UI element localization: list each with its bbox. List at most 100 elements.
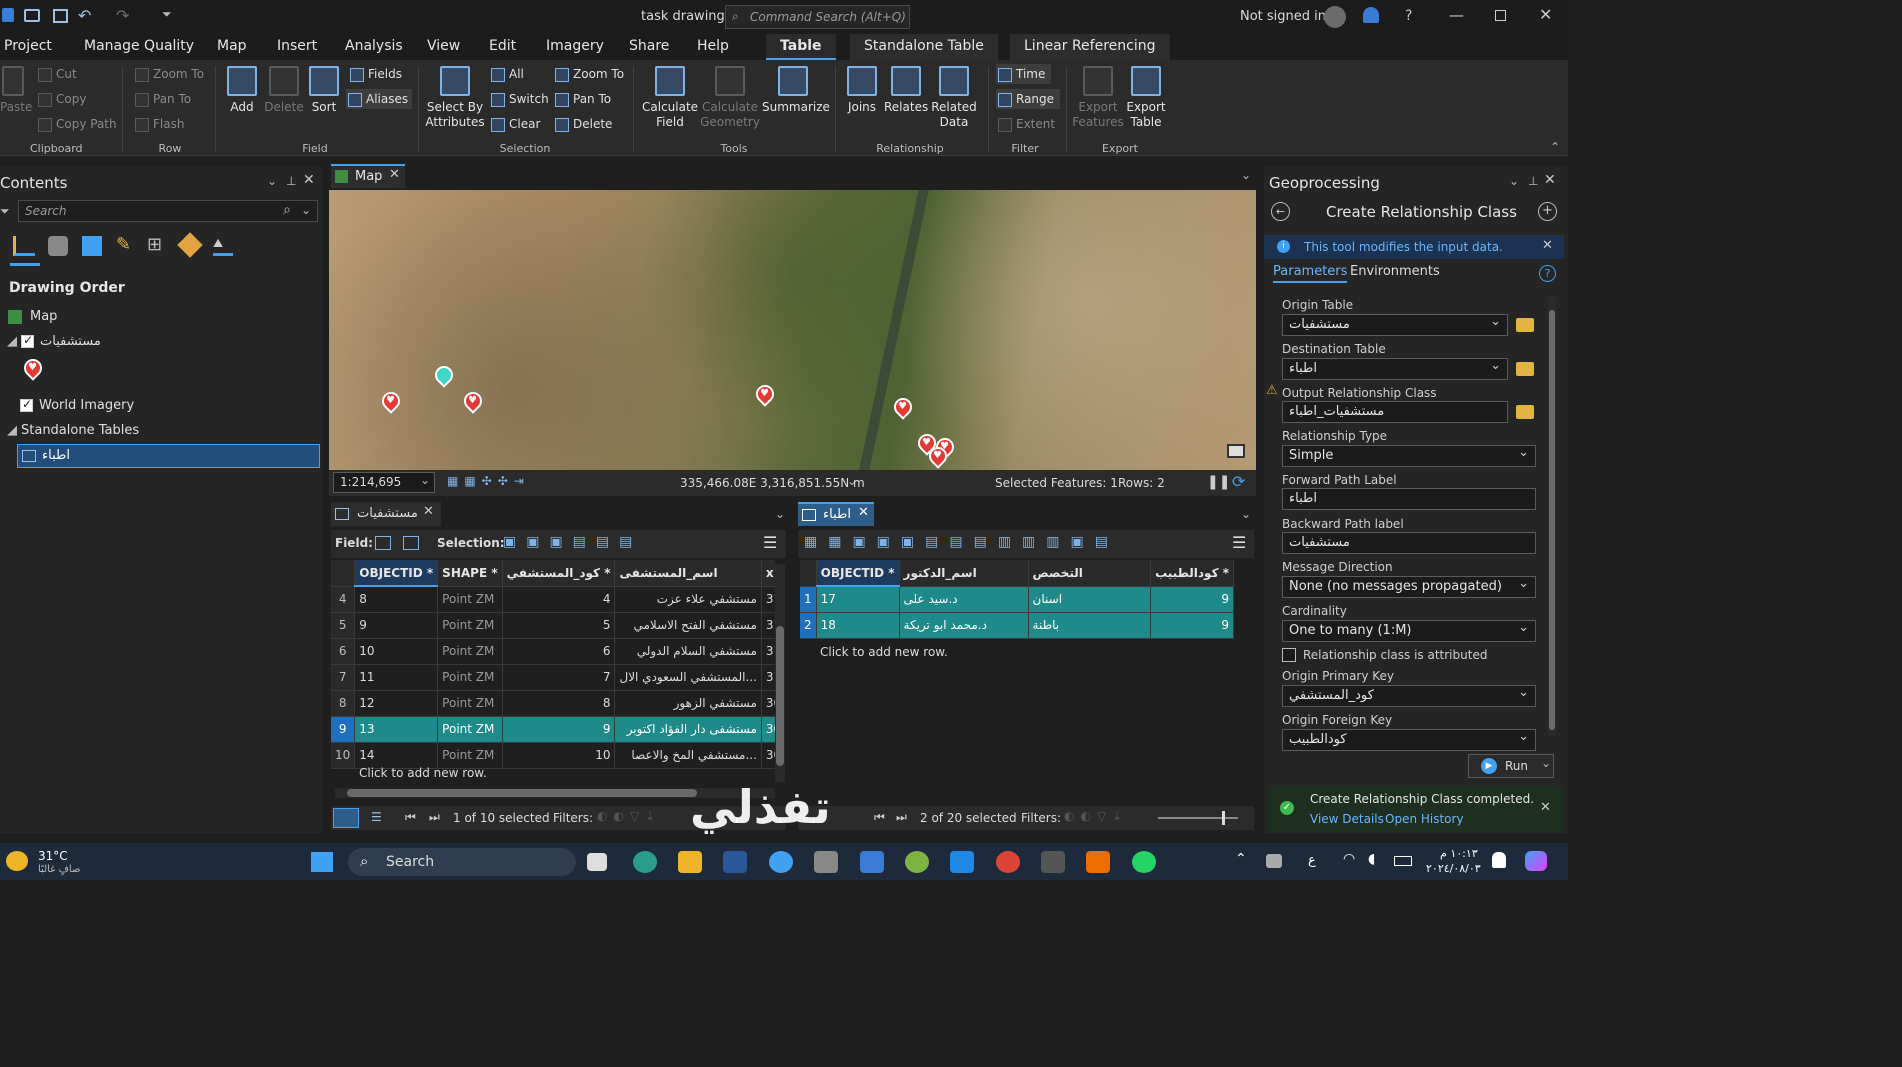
filter-icon[interactable]: ◐◐▽⇣ (1064, 809, 1128, 823)
tab-map[interactable]: Map (217, 38, 247, 54)
scroll-thumb[interactable] (1549, 310, 1555, 730)
list-by-snapping-icon[interactable]: ⊞ (147, 234, 162, 255)
tab-imagery[interactable]: Imagery (546, 38, 604, 54)
time-filter-button[interactable]: Time (996, 64, 1052, 84)
selected-features-count[interactable]: Selected Features: 1 (995, 476, 1118, 490)
aliases-button[interactable]: Aliases (346, 89, 413, 109)
output-relationship-class-input[interactable]: مستشفيات_اطباء (1282, 401, 1508, 423)
map-notes-icon[interactable] (1227, 444, 1245, 458)
video-app-icon[interactable] (1086, 851, 1110, 873)
doctors-add-row[interactable]: Click to add new row. (820, 645, 948, 659)
contents-search[interactable]: Search ⌕ ⌄ (18, 200, 318, 222)
column-header-objectid[interactable]: OBJECTID * (816, 560, 900, 587)
calculate-field-button[interactable]: Calculate Field (642, 66, 698, 130)
tab-view[interactable]: View (427, 38, 460, 54)
origin-table-select[interactable]: مستشفيات (1282, 314, 1508, 336)
hospitals-add-row[interactable]: Click to add new row. (359, 766, 487, 780)
hospitals-tab-options-icon[interactable]: ⌄ (775, 507, 785, 521)
arcgis-icon[interactable] (769, 851, 793, 873)
close-banner-icon[interactable]: ✕ (1542, 238, 1553, 253)
layer-visibility-checkbox[interactable] (21, 333, 34, 348)
column-header-doctor-name[interactable]: اسم_الدكتور (899, 560, 1029, 587)
table-row[interactable]: 1014Point ZM10مستشفي المخ والاعصا...30.9… (331, 742, 775, 769)
row-number[interactable]: 8 (331, 690, 356, 717)
tab-standalone-table[interactable]: Standalone Table (850, 34, 998, 60)
table-row[interactable]: 48Point ZM4مستشفي علاء عزت31.249567 (331, 586, 775, 613)
cut-button[interactable]: Cut (36, 64, 77, 84)
browse-folder-icon[interactable] (1516, 362, 1534, 376)
tab-parameters[interactable]: Parameters (1273, 264, 1348, 283)
column-header-x[interactable]: x (761, 560, 775, 587)
redo-icon[interactable]: ↷ (116, 6, 129, 25)
undo-icon[interactable]: ↶ (78, 6, 91, 25)
row-number[interactable]: 10 (331, 742, 356, 769)
select-all-button[interactable]: All (489, 64, 524, 84)
tree-world-imagery[interactable]: World Imagery (20, 397, 134, 413)
tab-share[interactable]: Share (629, 38, 669, 54)
close-tab-icon[interactable]: ✕ (858, 505, 869, 520)
forward-path-label-input[interactable]: اطباء (1282, 488, 1536, 510)
list-by-editing-icon[interactable]: ✎ (116, 234, 131, 255)
tree-layer-hospitals[interactable]: ◢مستشفيات (7, 333, 101, 349)
last-record-icon[interactable]: ⏭ (429, 810, 440, 825)
map-canvas[interactable]: ♥ ♥ ♥ ♥ ♥ ♥ ♥ (329, 190, 1256, 470)
open-icon[interactable] (24, 9, 40, 22)
copy-path-button[interactable]: Copy Path (36, 114, 117, 134)
app-icon[interactable] (950, 851, 974, 873)
pane-options-icon[interactable]: ⌄ (1509, 174, 1519, 188)
calculate-geometry-button[interactable]: Calculate Geometry (700, 66, 760, 130)
taskbar-search[interactable]: ⌕ Search (348, 848, 576, 876)
hospitals-table-tab[interactable]: مستشفيات ✕ (331, 502, 441, 526)
copilot-icon[interactable] (1525, 851, 1547, 871)
summarize-button[interactable]: Summarize (762, 66, 830, 114)
world-imagery-checkbox[interactable] (20, 397, 33, 412)
table-row[interactable]: 1 17 د.سيد على اسنان 9 (800, 586, 1234, 613)
show-all-records-icon[interactable] (333, 808, 359, 828)
doctors-table-tab[interactable]: اطباء ✕ (798, 502, 874, 526)
destination-table-select[interactable]: اطباء (1282, 358, 1508, 380)
relates-button[interactable]: Relates (884, 66, 928, 114)
whatsapp-icon[interactable] (1132, 851, 1156, 873)
column-header-specialty[interactable]: التخصص (1028, 560, 1152, 587)
table-row[interactable]: 812Point ZM8مستشفي الزهور30.936397 (331, 690, 775, 717)
copy-button[interactable]: Copy (36, 89, 86, 109)
expand-icon[interactable]: ◢ (7, 334, 17, 349)
params-scrollbar[interactable] (1548, 296, 1556, 736)
tab-edit[interactable]: Edit (489, 38, 516, 54)
close-geoprocessing-icon[interactable]: ✕ (1544, 172, 1556, 188)
show-selected-records-icon[interactable]: ☰ (371, 810, 382, 824)
extent-filter-button[interactable]: Extent (996, 114, 1055, 134)
settings-app-icon[interactable] (814, 851, 838, 873)
message-direction-select[interactable]: None (no messages propagated) (1282, 576, 1536, 598)
add-field-icon[interactable] (375, 536, 391, 550)
tab-table[interactable]: Table (766, 34, 836, 60)
tab-analysis[interactable]: Analysis (345, 38, 403, 54)
table-row[interactable]: 711Point ZM7المستشفي السعودي الال...31.3… (331, 664, 775, 691)
weather-icon[interactable] (6, 851, 28, 871)
select-by-attributes-button[interactable]: Select By Attributes (425, 66, 485, 130)
close-tab-icon[interactable]: ✕ (423, 504, 434, 519)
clock-time[interactable]: ١٠:١٣ م (1440, 847, 1478, 860)
scroll-thumb[interactable] (347, 789, 697, 797)
doctors-tab-options-icon[interactable]: ⌄ (1241, 507, 1251, 521)
coordinate-format-icon[interactable]: ⌄ (847, 474, 857, 488)
help-icon[interactable]: ? (1539, 265, 1556, 282)
selection-delete-button[interactable]: Delete (553, 114, 612, 134)
table-row[interactable]: 913Point ZM9مستشفى دار الفؤاد اكتوبر30.9… (331, 716, 775, 743)
list-by-source-icon[interactable] (48, 236, 68, 256)
notification-icon[interactable] (1363, 7, 1379, 23)
command-search[interactable]: ⌕ Command Search (Alt+Q) (725, 5, 910, 29)
joins-button[interactable]: Joins (843, 66, 881, 114)
calculate-field-icon[interactable] (403, 536, 419, 550)
list-by-perspective-icon[interactable]: ⛰ (213, 236, 233, 256)
column-header-objectid[interactable]: OBJECTID * (354, 560, 439, 587)
close-message-icon[interactable]: ✕ (1540, 800, 1551, 815)
sort-button[interactable]: Sort (306, 66, 342, 114)
minimize-icon[interactable]: — (1449, 6, 1464, 24)
export-features-button[interactable]: Export Features (1072, 66, 1124, 130)
clear-selection-button[interactable]: Clear (489, 114, 540, 134)
volume-icon[interactable]: ◖ (1368, 851, 1375, 867)
close-map-tab-icon[interactable]: ✕ (389, 167, 400, 182)
row-number[interactable]: 5 (331, 612, 356, 639)
range-filter-button[interactable]: Range (996, 89, 1061, 109)
